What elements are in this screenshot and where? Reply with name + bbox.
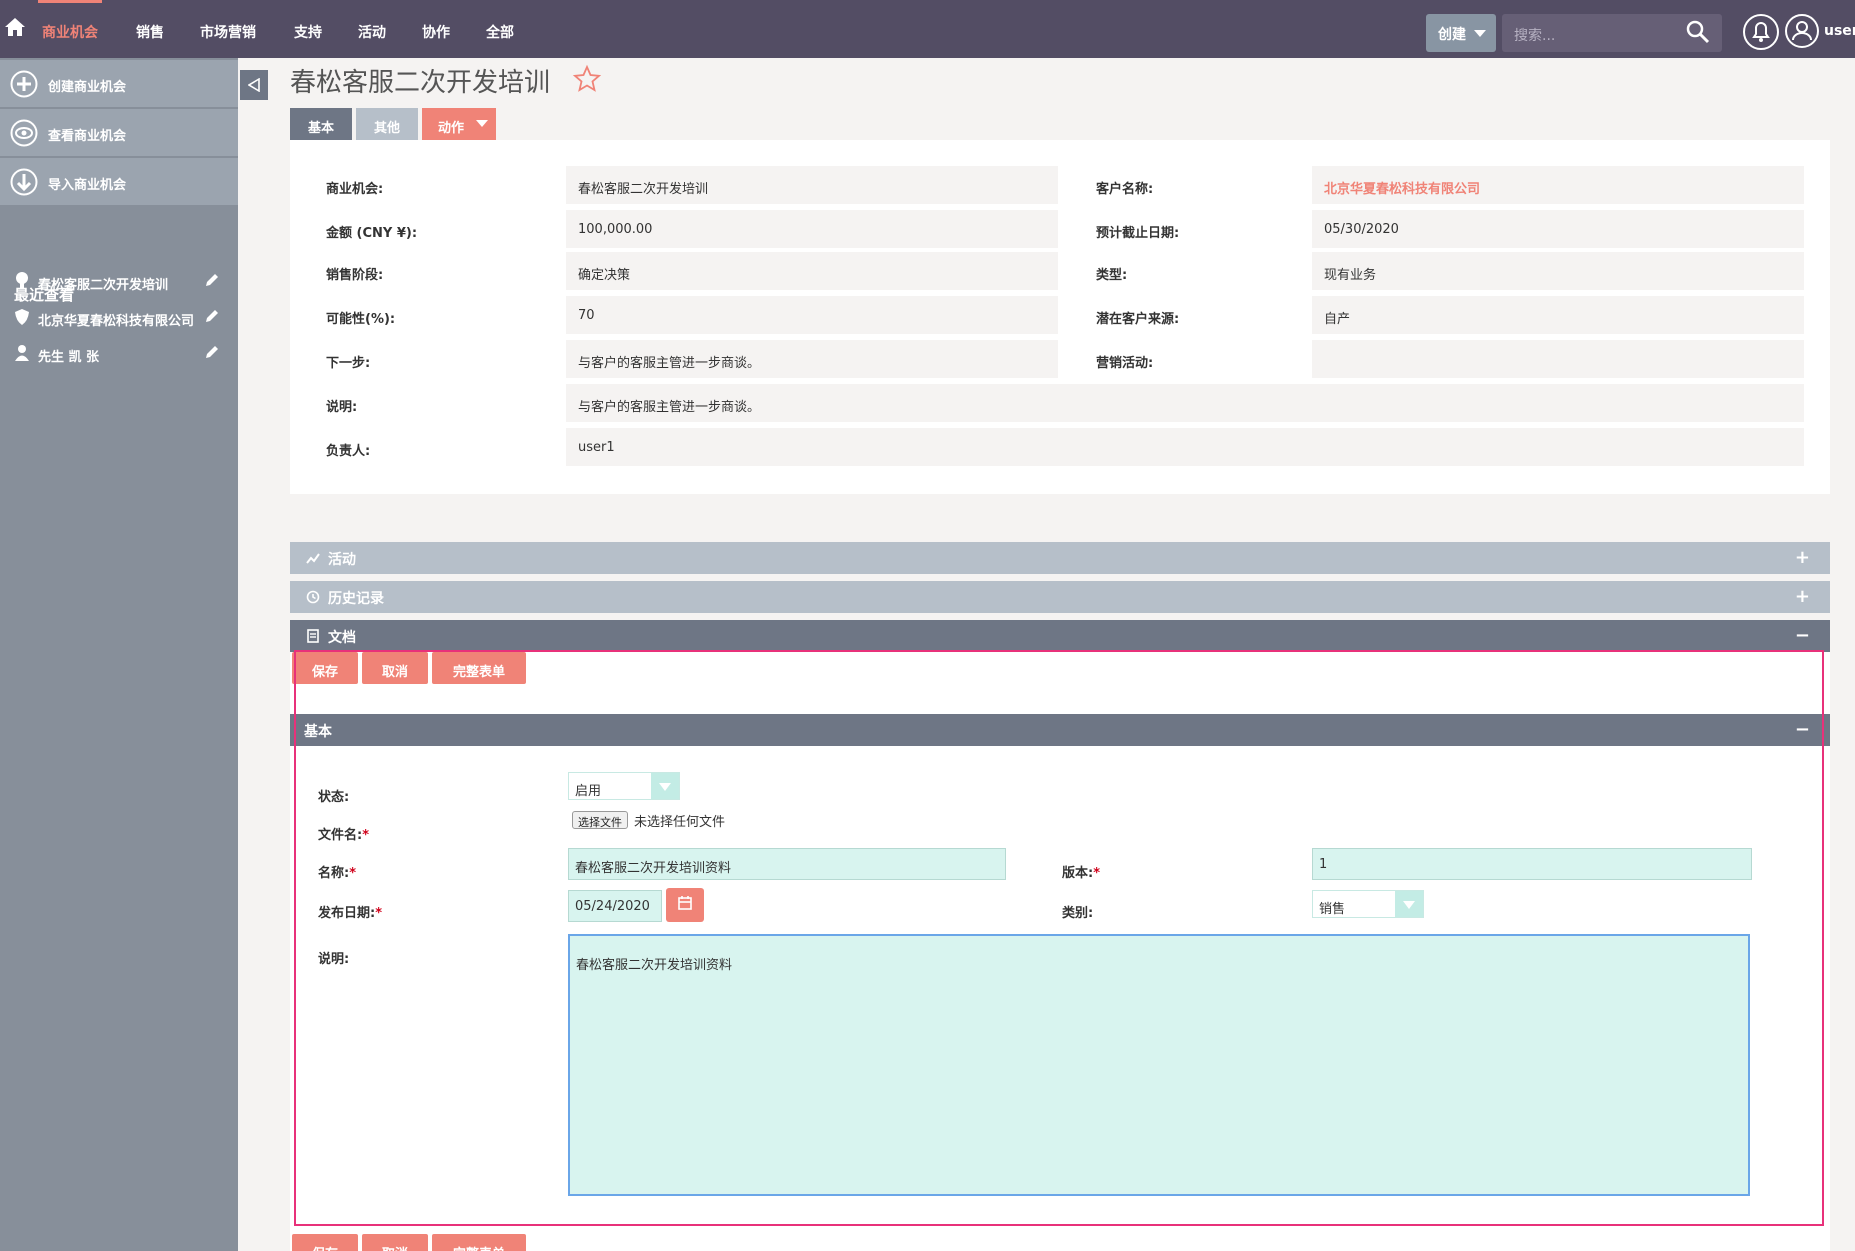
sidebar-create-opportunity[interactable]: 创建商业机会 [0,60,238,108]
full-form-button-bottom[interactable]: 完整表单 [432,1234,526,1251]
create-label: 创建 [1438,27,1466,43]
account-label: 客户名称: [1096,182,1154,197]
close-date-label: 预计截止日期: [1096,226,1180,241]
pencil-icon[interactable] [204,344,220,360]
subpanel-activities[interactable]: 活动 + [290,542,1830,574]
stage-value[interactable]: 确定决策 [566,252,1058,290]
pencil-icon[interactable] [204,272,220,288]
top-navbar: 商业机会 销售 市场营销 支持 活动 协作 全部 创建 搜索... user1 [0,0,1855,58]
chevron-down-icon [476,120,488,127]
amount-value[interactable]: 100,000.00 [566,210,1058,248]
account-link[interactable]: 北京华夏春松科技有限公司 [1312,166,1804,204]
description-label: 说明: [326,400,358,415]
nav-all[interactable]: 全部 [486,22,514,42]
lead-source-label: 潜在客户来源: [1096,312,1180,327]
tab-other[interactable]: 其他 [356,108,418,140]
lead-source-value[interactable]: 自产 [1312,296,1804,334]
pencil-icon[interactable] [204,308,220,324]
sidebar-action-label: 创建商业机会 [48,80,127,95]
recent-item[interactable]: 先生 凯 张 [0,338,238,368]
close-date-value[interactable]: 05/30/2020 [1312,210,1804,248]
subpanel-documents[interactable]: 文档 − [290,620,1830,652]
amount-label: 金额 (CNY ¥): [326,226,418,241]
download-icon [10,168,38,196]
cancel-button-bottom[interactable]: 取消 [362,1234,428,1251]
recent-item-label: 北京华夏春松科技有限公司 [38,314,195,329]
type-label: 类型: [1096,268,1128,283]
nav-collaboration[interactable]: 协作 [422,22,450,42]
nav-activities[interactable]: 活动 [358,22,386,42]
expand-icon[interactable]: + [1795,547,1810,568]
create-button[interactable]: 创建 [1426,14,1496,52]
nav-support[interactable]: 支持 [294,22,322,42]
owner-value[interactable]: user1 [566,428,1804,466]
probability-value[interactable]: 70 [566,296,1058,334]
sidebar-view-opportunities[interactable]: 查看商业机会 [0,109,238,157]
opportunity-value[interactable]: 春松客服二次开发培训 [566,166,1058,204]
campaign-value[interactable] [1312,340,1804,378]
collapse-icon[interactable]: − [1795,625,1810,646]
search-icon[interactable] [1686,20,1710,44]
expand-icon[interactable]: + [1795,586,1810,607]
tab-basic[interactable]: 基本 [290,108,352,140]
probability-label: 可能性(%): [326,312,396,327]
actions-label: 动作 [438,121,465,136]
recent-item[interactable]: 春松客服二次开发培训 [0,266,238,296]
star-icon[interactable] [572,64,602,94]
person-icon [15,345,29,361]
recent-item-label: 先生 凯 张 [38,350,100,365]
bell-icon[interactable] [1742,13,1780,51]
sidebar: 创建商业机会 查看商业机会 导入商业机会 最近查看 春松客服二次开发培训 北京华… [0,58,238,1251]
recent-item[interactable]: 北京华夏春松科技有限公司 [0,302,238,332]
save-button-bottom[interactable]: 保存 [292,1234,358,1251]
user-name[interactable]: user1 [1824,23,1855,39]
home-icon[interactable] [4,16,26,38]
active-nav-indicator [38,0,102,3]
campaign-label: 营销活动: [1096,356,1154,371]
user-avatar-icon[interactable] [1784,13,1820,49]
sidebar-import-opportunities[interactable]: 导入商业机会 [0,158,238,206]
subpanel-title: 历史记录 [328,591,384,607]
nav-marketing[interactable]: 市场营销 [200,22,256,42]
next-step-label: 下一步: [326,356,371,371]
nav-opportunities[interactable]: 商业机会 [42,22,98,42]
activity-chart-icon [306,553,320,564]
next-step-value[interactable]: 与客户的客服主管进一步商谈。 [566,340,1058,378]
lightbulb-icon [16,272,28,289]
chevron-down-icon [1474,30,1486,37]
search-placeholder: 搜索... [1514,28,1556,44]
sidebar-collapse-button[interactable] [240,70,268,100]
sidebar-action-label: 查看商业机会 [48,129,127,144]
recent-item-label: 春松客服二次开发培训 [38,278,169,293]
stage-label: 销售阶段: [326,268,384,283]
shield-icon [15,309,29,325]
document-icon [307,629,319,643]
sidebar-action-label: 导入商业机会 [48,178,127,193]
plus-circle-icon [10,70,38,98]
history-icon [306,590,320,604]
page-title: 春松客服二次开发培训 [290,68,551,98]
nav-sales[interactable]: 销售 [136,22,164,42]
eye-icon [10,119,38,147]
collapse-left-icon [248,78,260,92]
type-value[interactable]: 现有业务 [1312,252,1804,290]
owner-label: 负责人: [326,444,371,459]
opportunity-label: 商业机会: [326,182,384,197]
description-value[interactable]: 与客户的客服主管进一步商谈。 [566,384,1804,422]
highlight-frame [294,650,1824,1226]
subpanel-title: 活动 [328,552,356,568]
subpanel-title: 文档 [328,630,356,646]
actions-dropdown[interactable]: 动作 [422,108,496,140]
subpanel-history[interactable]: 历史记录 + [290,581,1830,613]
